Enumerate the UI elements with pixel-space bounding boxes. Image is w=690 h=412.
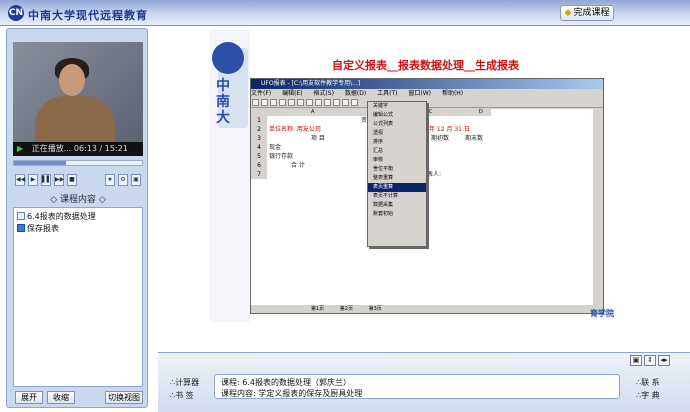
header-bar: CN 中南大学现代远程教育 ◆ 完成课程 (0, 0, 690, 26)
seek-bar[interactable] (13, 160, 143, 166)
screenshot-menu-data: 数据(D) (344, 90, 367, 97)
menu-item: 整表重算 (373, 175, 394, 181)
current-time: 06:13 (73, 144, 97, 153)
calculator-link[interactable]: ∴计算器 (170, 377, 199, 388)
menu-item: 关键字 (373, 103, 389, 109)
forward-icon[interactable]: ▶▶ (54, 174, 64, 186)
column-c: C (429, 109, 433, 115)
cell: 单位名称: 用友公司 (269, 126, 321, 133)
menu-item: 排序 (373, 139, 384, 145)
cell: 项 目 (311, 135, 325, 142)
university-logo (212, 42, 244, 74)
screenshot-menu-file: 文件(F) (251, 90, 272, 97)
left-button-row: 展开 收缩 切换视图 (13, 391, 143, 405)
left-panel: ▶ 正在播放... 06:13 / 15:21 ◀◀ ▶ ▌▌ ▶▶ ■ ★ ⚙… (6, 28, 148, 408)
screenshot-toolbar (251, 98, 603, 108)
collapse-button[interactable]: 收缩 (47, 391, 75, 404)
spreadsheet: A B C D 1资产负债表 2单位名称: 用友公司年 12 月 31 日 3项… (251, 101, 593, 305)
cell: 银行存款 (269, 153, 294, 160)
time-separator: / (99, 144, 103, 153)
menu-item-selected: 表页重算 (368, 183, 426, 192)
cell: 合 计 (291, 162, 305, 169)
toc-item-save-report[interactable]: 保存报表 (17, 223, 139, 235)
screenshot-menu-window: 窗口(W) (408, 90, 432, 97)
slide-footer: 育学院 (590, 309, 614, 318)
menu-item: 审核 (373, 157, 384, 163)
slide-side-banner: 中南大 (210, 30, 250, 322)
book-icon (17, 224, 25, 232)
bookmark-link[interactable]: ∴书 签 (170, 390, 194, 401)
arrows-icon[interactable]: ◂▸ (658, 355, 670, 366)
course-line: 课程: 6.4报表的数据处理（郭庆兰） (221, 378, 351, 387)
software-screenshot: UFO报表 - [C:\用友软件教学专用\...] 文件(F) 编辑(E) 格式… (250, 78, 604, 314)
seek-progress (14, 161, 66, 165)
sheet-tab: 第1页 (311, 306, 325, 312)
course-info-box: 课程: 6.4报表的数据处理（郭庆兰） 课程内容: 学定义报表的保存及厨具处理 (214, 374, 620, 399)
toc-item-label: 6.4报表的数据处理 (27, 212, 96, 221)
screenshot-menu-format: 格式(S) (313, 90, 334, 97)
screenshot-menu-tools: 工具(T) (377, 90, 398, 97)
video-status-bar: ▶ 正在播放... 06:13 / 15:21 (13, 142, 143, 156)
menu-item: 账套初始 (373, 211, 394, 217)
total-time: 15:21 (104, 144, 128, 153)
logo-title: 中南大学现代远程教育 (28, 9, 148, 22)
menu-item: 汇总 (373, 148, 384, 154)
bottom-info-bar: ▣ ⇕ ◂▸ ∴计算器 ∴书 签 课程: 6.4报表的数据处理（郭庆兰） 课程内… (158, 352, 690, 412)
fullscreen-icon[interactable]: ▣ (131, 174, 141, 186)
lecturer-head (59, 64, 85, 96)
menu-item: 透视 (373, 130, 384, 136)
play-status: 正在播放... (31, 144, 72, 153)
column-a: A (311, 109, 315, 115)
settings-icon[interactable]: ⚙ (118, 174, 128, 186)
slide-title: 自定义报表__报表数据处理__生成报表 (332, 59, 519, 72)
play-button-icon[interactable]: ▶ (28, 174, 38, 186)
sheet-tab: 第3页 (368, 306, 382, 312)
switch-view-button[interactable]: 切换视图 (105, 391, 143, 404)
toc-item-label: 保存报表 (27, 224, 59, 233)
cell: 期初数 (431, 135, 450, 142)
play-icon[interactable]: ▶ (17, 144, 23, 153)
toc-list: 6.4报表的数据处理 保存报表 (13, 207, 143, 387)
screenshot-menubar: 文件(F) 编辑(E) 格式(S) 数据(D) 工具(T) 窗口(W) 帮助(H… (251, 89, 603, 98)
contact-link[interactable]: ∴联 系 (636, 377, 660, 388)
menu-item: 数据采集 (373, 202, 394, 208)
screenshot-window-title: UFO报表 - [C:\用友软件教学专用\...] (251, 79, 603, 89)
window-icon[interactable]: ▣ (630, 355, 642, 366)
finish-course-button[interactable]: ◆ 完成课程 (560, 5, 614, 21)
favorite-icon[interactable]: ★ (105, 174, 115, 186)
app-window: CN 中南大学现代远程教育 ◆ 完成课程 ▶ 正在播放... 06:13 / 15… (0, 0, 690, 412)
course-content-line: 课程内容: 学定义报表的保存及厨具处理 (221, 389, 363, 398)
page-icon (17, 212, 25, 220)
menu-item: 公式列表 (373, 121, 394, 127)
pause-icon[interactable]: ▌▌ (41, 174, 51, 186)
screenshot-menu-help: 帮助(H) (441, 90, 464, 97)
banner-text: 中南大 (216, 78, 230, 126)
cell: 年 12 月 31 日 (429, 126, 470, 133)
toc-item-data-processing[interactable]: 6.4报表的数据处理 (17, 211, 139, 223)
sheet-tab: 第2页 (339, 306, 353, 312)
dictionary-link[interactable]: ∴字 典 (636, 390, 660, 401)
cell: 期末数 (465, 135, 484, 142)
logo-icon: CN (8, 5, 24, 21)
bottom-tools: ▣ ⇕ ◂▸ (630, 355, 680, 367)
lecture-slide: 中南大 自定义报表__报表数据处理__生成报表 UFO报表 - [C:\用友软件… (210, 30, 622, 322)
menu-item: 舍位平衡 (373, 166, 394, 172)
scroll-icon[interactable]: ⇕ (644, 355, 656, 366)
player-controls: ◀◀ ▶ ▌▌ ▶▶ ■ ★ ⚙ ▣ (13, 174, 143, 188)
finish-course-label: 完成课程 (573, 8, 610, 18)
sheet-tabs: 第1页 第2页 第3页 (251, 305, 603, 313)
stop-icon[interactable]: ■ (67, 174, 77, 186)
column-d: D (479, 109, 483, 115)
screenshot-menu-edit: 编辑(E) (282, 90, 303, 97)
star-icon: ◆ (564, 8, 572, 18)
expand-button[interactable]: 展开 (15, 391, 43, 404)
data-dropdown-menu: 关键字 编辑公式 公式列表 透视 排序 汇总 审核 舍位平衡 整表重算 表页重算… (367, 101, 427, 247)
cell: 现金 (269, 144, 282, 151)
rewind-icon[interactable]: ◀◀ (15, 174, 25, 186)
menu-item: 表页不计算 (373, 193, 399, 199)
video-player[interactable]: ▶ 正在播放... 06:13 / 15:21 (13, 42, 143, 156)
toc-heading: ◇ 课程内容 ◇ (50, 195, 106, 205)
menu-item: 编辑公式 (373, 112, 394, 118)
